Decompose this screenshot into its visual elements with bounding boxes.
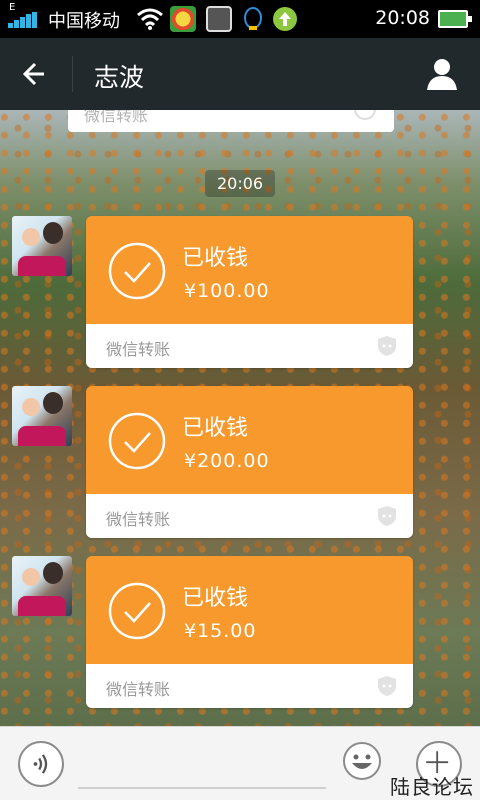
message-timestamp: 20:06 — [205, 170, 276, 197]
chat-message: 已收钱 ¥100.00 微信转账 — [0, 216, 480, 368]
chat-message: 已收钱 ¥200.00 微信转账 — [0, 386, 480, 538]
transfer-service-label: 微信转账 — [106, 680, 171, 699]
carrier-name: 中国移动 — [48, 11, 120, 32]
transfer-status: 已收钱 — [182, 246, 249, 271]
transfer-service-label: 微信转账 — [106, 340, 171, 359]
shield-icon — [378, 336, 396, 356]
shield-icon — [378, 506, 396, 526]
signal-strength-icon — [8, 12, 38, 28]
transfer-card[interactable]: 已收钱 ¥100.00 微信转账 — [86, 216, 413, 368]
arrow-left-icon[interactable] — [14, 56, 58, 92]
gallery-icon — [206, 6, 232, 32]
previous-card-label: 微信转账 — [84, 110, 149, 125]
transfer-status: 已收钱 — [182, 416, 249, 441]
check-circle-icon — [108, 582, 166, 640]
battery-icon — [438, 10, 472, 28]
transfer-card[interactable]: 已收钱 ¥200.00 微信转账 — [86, 386, 413, 538]
update-arrow-icon — [273, 7, 297, 31]
status-time: 20:08 — [375, 7, 430, 29]
notification-app-icon — [170, 6, 196, 32]
person-icon[interactable] — [424, 56, 460, 92]
wifi-icon — [137, 8, 163, 30]
forum-watermark: 陆良论坛 — [390, 775, 474, 799]
avatar[interactable] — [12, 386, 72, 446]
chat-title: 志波 — [94, 63, 145, 92]
chat-area[interactable]: 微信转账 20:06 已收钱 ¥100.00 微信转账 已收钱 ¥200.00 … — [0, 110, 480, 726]
voice-input-button[interactable] — [18, 741, 64, 787]
transfer-status: 已收钱 — [182, 586, 249, 611]
check-circle-icon — [108, 242, 166, 300]
avatar[interactable] — [12, 216, 72, 276]
chat-header: 志波 — [0, 38, 480, 110]
input-bar: 陆良论坛 — [0, 726, 480, 800]
transfer-amount: ¥100.00 — [184, 280, 270, 302]
transfer-amount: ¥200.00 — [184, 450, 270, 472]
transfer-service-label: 微信转账 — [106, 510, 171, 529]
status-bar: E 中国移动 20:08 — [0, 0, 480, 38]
transfer-amount: ¥15.00 — [184, 620, 257, 642]
message-input[interactable] — [78, 787, 326, 789]
check-circle-icon — [108, 412, 166, 470]
previous-transfer-card[interactable]: 微信转账 — [68, 110, 394, 132]
emoji-icon[interactable] — [342, 741, 382, 781]
shield-icon — [354, 110, 376, 120]
chat-message: 已收钱 ¥15.00 微信转账 — [0, 556, 480, 708]
voice-icon — [33, 754, 48, 774]
shield-icon — [378, 676, 396, 696]
qq-icon — [244, 7, 262, 30]
avatar[interactable] — [12, 556, 72, 616]
transfer-card[interactable]: 已收钱 ¥15.00 微信转账 — [86, 556, 413, 708]
header-divider — [72, 56, 73, 92]
